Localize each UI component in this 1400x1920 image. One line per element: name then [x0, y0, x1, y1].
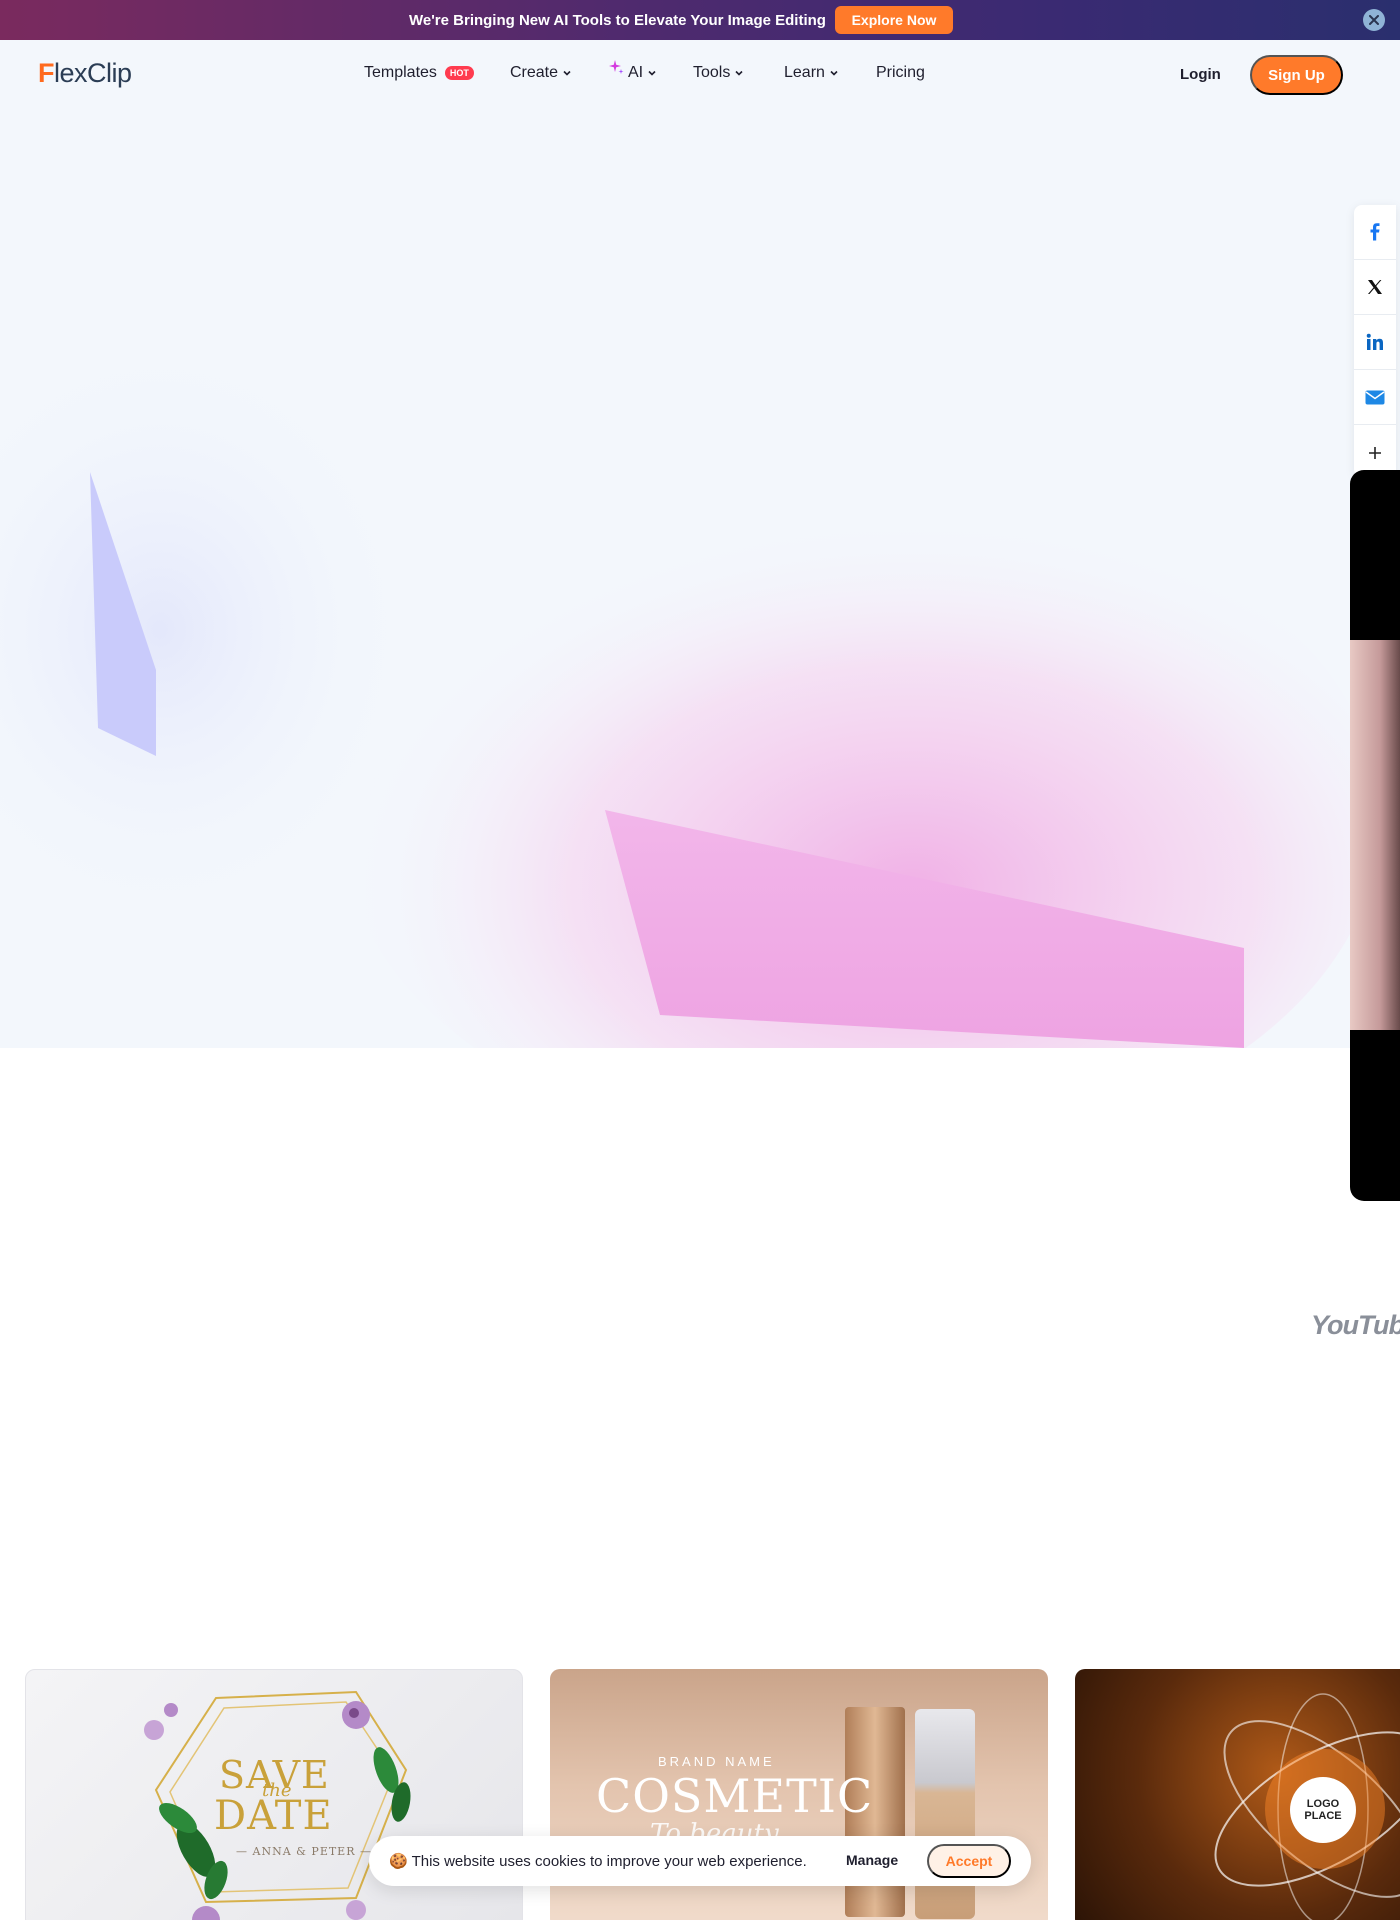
chevron-down-icon: [735, 70, 743, 76]
cookie-icon: 🍪: [389, 1853, 408, 1870]
nav-create[interactable]: Create: [510, 64, 572, 82]
template-title: COSMETIC: [596, 1769, 874, 1823]
nav-learn-label: Learn: [784, 64, 825, 81]
template-card-logo-reveal[interactable]: LOGO PLACE: [1075, 1669, 1400, 1920]
nav-pricing-label: Pricing: [876, 64, 925, 81]
logo-placeholder: LOGO PLACE: [1290, 1777, 1356, 1843]
hero-background: [0, 40, 1400, 1048]
close-announcement-button[interactable]: [1363, 9, 1385, 31]
logo-letter: F: [38, 58, 55, 88]
sparkle-icon: [609, 60, 624, 74]
share-rail: [1354, 205, 1396, 477]
main-navigation: FlexClip Templates HOT Create AI Tools L…: [0, 40, 1400, 110]
cookie-banner: 🍪 This website uses cookies to improve y…: [369, 1836, 1031, 1886]
announcement-bar: We're Bringing New AI Tools to Elevate Y…: [0, 0, 1400, 40]
plus-icon: [1369, 446, 1381, 459]
facebook-icon: [1370, 223, 1380, 241]
share-x-button[interactable]: [1354, 260, 1396, 315]
nav-tools[interactable]: Tools: [693, 64, 744, 82]
nav-create-label: Create: [510, 64, 559, 81]
login-link[interactable]: Login: [1180, 66, 1221, 83]
cookie-accept-button[interactable]: Accept: [927, 1844, 1011, 1878]
sign-up-button[interactable]: Sign Up: [1250, 55, 1343, 95]
product-bottle: [915, 1709, 975, 1919]
announcement-text: We're Bringing New AI Tools to Elevate Y…: [409, 12, 826, 29]
nav-templates[interactable]: Templates HOT: [364, 64, 474, 82]
cookie-message: 🍪 This website uses cookies to improve y…: [389, 1852, 807, 1870]
nav-tools-label: Tools: [693, 64, 731, 81]
youtube-logo: YouTube: [1311, 1310, 1400, 1340]
hero-video-preview[interactable]: [1350, 470, 1400, 1201]
linkedin-icon: [1366, 333, 1383, 350]
x-icon: [1368, 280, 1382, 294]
template-names: — ANNA & PETER —: [236, 1845, 372, 1858]
video-frame: [1350, 640, 1400, 1030]
nav-ai-label: AI: [628, 64, 644, 81]
cookie-manage-button[interactable]: Manage: [846, 1852, 898, 1868]
template-title-line3: DATE: [214, 1793, 333, 1839]
email-icon: [1365, 390, 1385, 404]
hot-badge: HOT: [444, 66, 474, 80]
nav-templates-label: Templates: [364, 64, 437, 81]
template-brand: BRAND NAME: [658, 1754, 775, 1769]
flexclip-logo[interactable]: FlexClip: [38, 58, 132, 89]
explore-now-button[interactable]: Explore Now: [835, 6, 953, 34]
cookie-text: This website uses cookies to improve you…: [411, 1853, 807, 1870]
hero-decoration: [0, 330, 1380, 1048]
share-facebook-button[interactable]: [1354, 205, 1396, 260]
logo-placeholder-line2: PLACE: [1304, 1810, 1342, 1822]
nav-learn[interactable]: Learn: [784, 64, 839, 82]
chevron-down-icon: [563, 70, 571, 76]
nav-ai[interactable]: AI: [608, 60, 657, 82]
nav-pricing[interactable]: Pricing: [876, 64, 925, 82]
close-icon: [1369, 15, 1379, 25]
logo-placeholder-line1: LOGO: [1306, 1797, 1340, 1810]
share-linkedin-button[interactable]: [1354, 315, 1396, 370]
share-email-button[interactable]: [1354, 370, 1396, 425]
logo-wordmark: lexClip: [54, 58, 132, 88]
chevron-down-icon: [648, 70, 656, 76]
chevron-down-icon: [830, 70, 838, 76]
